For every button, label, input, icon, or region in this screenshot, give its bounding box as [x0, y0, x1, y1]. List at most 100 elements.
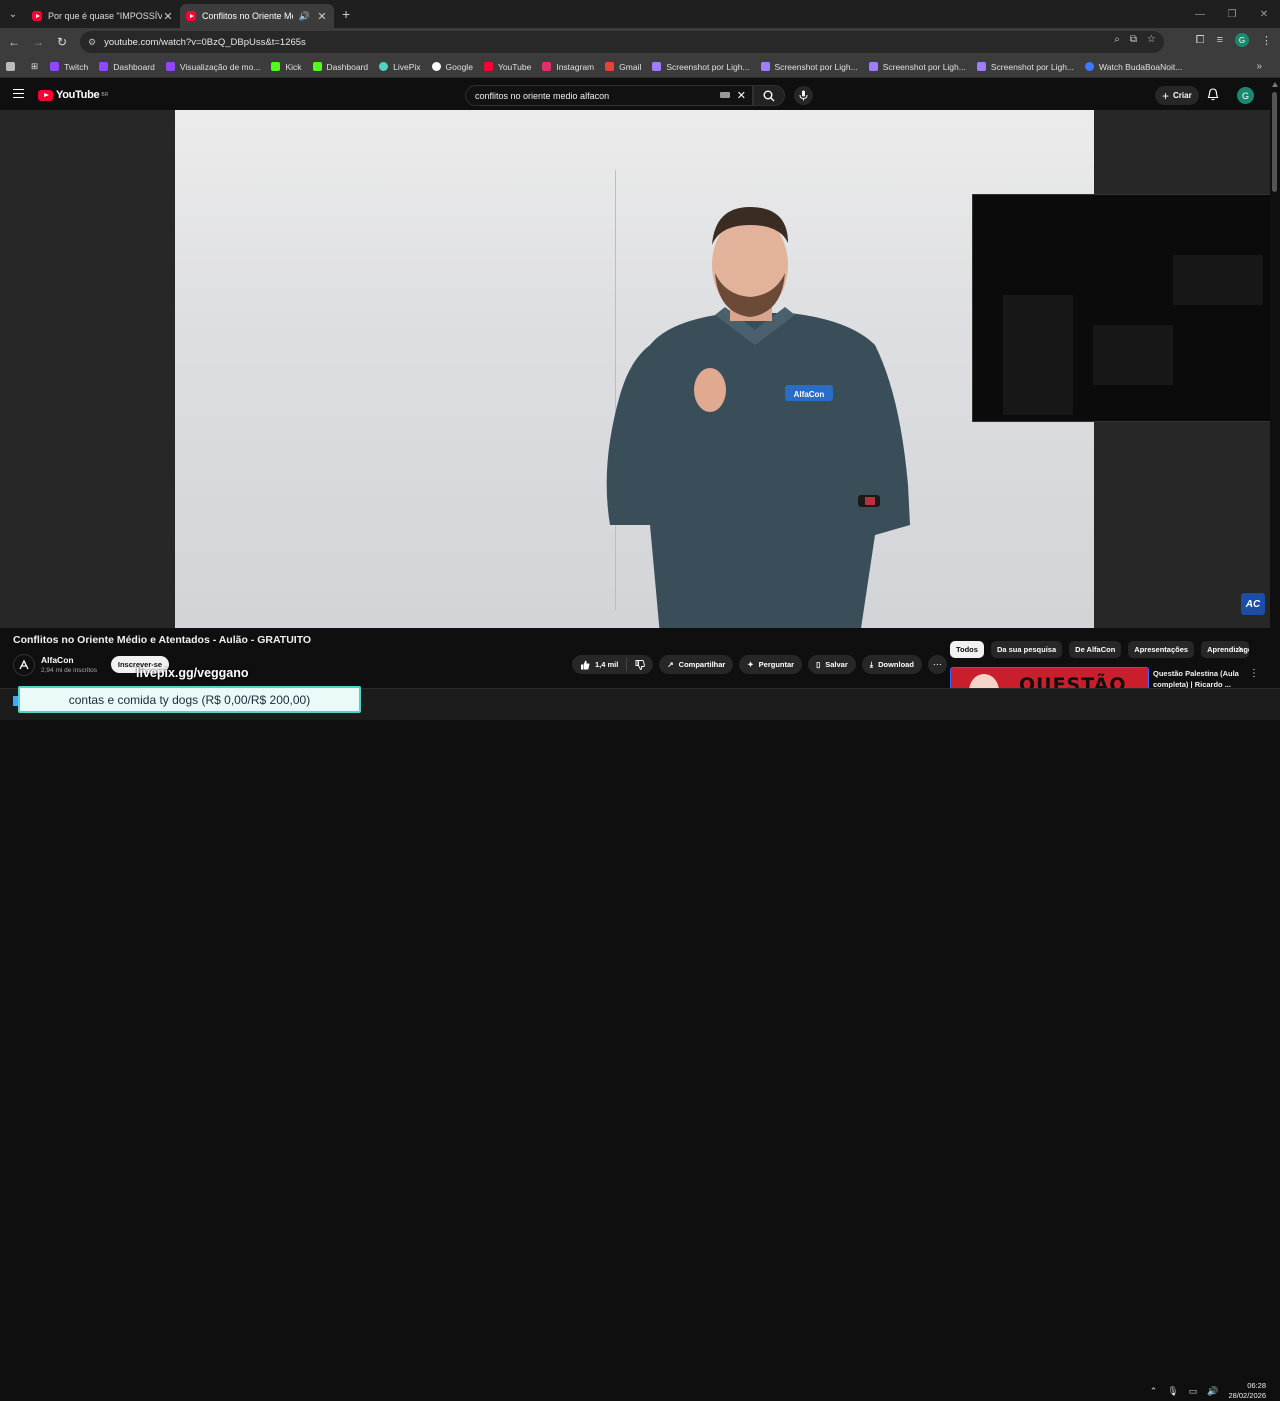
twitch-icon	[50, 62, 60, 71]
recommended-more-icon[interactable]: ⋮	[1249, 668, 1259, 679]
youtube-favicon-icon	[186, 11, 196, 21]
keyboard-icon[interactable]	[720, 92, 730, 98]
thumbs-down-icon	[635, 659, 646, 670]
bookmarks-overflow-icon[interactable]: »	[1256, 61, 1262, 72]
browser-tab-1[interactable]: Por que é quase "IMPOSSÍVEL" ✕	[26, 4, 180, 28]
guide-menu-icon[interactable]	[13, 89, 24, 98]
browser-tabstrip: ⌄ Por que é quase "IMPOSSÍVEL" ✕ Conflit…	[0, 0, 1280, 28]
zoom-icon[interactable]: ⌕	[1114, 34, 1120, 45]
minimize-icon[interactable]: —	[1184, 0, 1216, 28]
like-count: 1,4 mil	[595, 660, 619, 669]
bookmark-twitch-dashboard[interactable]: Dashboard	[99, 62, 155, 72]
tray-network-icon[interactable]: ▭	[1189, 1386, 1198, 1397]
audio-playing-icon[interactable]: 🔊	[299, 11, 310, 22]
restore-icon[interactable]: ❐	[1216, 0, 1248, 28]
media-controls-icon[interactable]: ≡	[1217, 34, 1223, 46]
bookmark-instagram[interactable]: Instagram	[542, 62, 594, 72]
ask-button[interactable]: ✦ Perguntar	[739, 655, 803, 674]
livepix-overlay-link: livepix.gg/veggano	[136, 666, 249, 680]
notifications-bell-icon[interactable]	[1207, 88, 1219, 106]
back-icon[interactable]: ←	[2, 35, 26, 49]
close-window-icon[interactable]: ✕	[1248, 0, 1280, 28]
scroll-up-icon[interactable]	[1272, 82, 1278, 87]
chevron-right-icon[interactable]: ›	[1238, 643, 1242, 655]
chip-from-channel[interactable]: De AlfaCon	[1069, 641, 1122, 658]
browser-menu-icon[interactable]: ⋮	[1261, 34, 1272, 47]
channel-watermark[interactable]: AC	[1241, 593, 1265, 615]
dislike-button[interactable]	[627, 659, 653, 670]
reload-icon[interactable]: ↻	[50, 35, 74, 49]
chip-presentations[interactable]: Apresentações	[1128, 641, 1195, 658]
system-clock[interactable]: 06:28 28/02/2026	[1228, 1381, 1266, 1401]
kick-icon	[312, 62, 322, 71]
extensions-icon[interactable]: ⧠	[1196, 34, 1205, 47]
close-tab-icon[interactable]: ✕	[316, 10, 328, 23]
video-player[interactable]: AlfaCon AC	[0, 110, 1270, 628]
channel-name[interactable]: AlfaCon	[41, 655, 74, 665]
youtube-logo[interactable]: YouTube BR	[38, 89, 108, 101]
page-scrollbar[interactable]	[1270, 80, 1280, 640]
channel-avatar[interactable]	[13, 654, 35, 676]
bookmark-kick-dashboard[interactable]: Dashboard	[312, 62, 368, 72]
kick-icon	[271, 62, 281, 71]
forward-icon[interactable]: →	[26, 35, 50, 49]
youtube-icon	[483, 62, 493, 71]
video-title: Conflitos no Oriente Médio e Atentados -…	[13, 634, 312, 646]
url-text: youtube.com/watch?v=0BzQ_DBpUss&t=1265s	[104, 36, 306, 48]
tray-microphone-icon[interactable]: 🎙	[1167, 1386, 1178, 1397]
subscriber-count: 2,94 mi de inscritos	[41, 667, 97, 674]
related-filter-chips: Todos Da sua pesquisa De AlfaCon Apresen…	[950, 641, 1250, 658]
tray-volume-icon[interactable]: 🔊	[1207, 1386, 1218, 1397]
bookmark-apps-icon[interactable]	[6, 62, 20, 71]
clear-search-icon[interactable]: ✕	[737, 89, 746, 102]
share-icon: ↗	[667, 660, 674, 669]
new-tab-button[interactable]: +	[342, 6, 350, 22]
tray-chevron-up-icon[interactable]: ⌃	[1150, 1386, 1158, 1397]
bookmark-kick[interactable]: Kick	[271, 62, 302, 72]
scrollbar-thumb[interactable]	[1272, 92, 1277, 192]
bookmark-youtube[interactable]: YouTube	[483, 62, 531, 72]
bookmark-twitch-viewer[interactable]: Visualização de mo...	[165, 62, 260, 72]
account-avatar[interactable]: G	[1237, 87, 1254, 104]
search-button[interactable]	[753, 85, 785, 106]
download-button[interactable]: ⤓ Download	[861, 655, 922, 674]
tab-title: Por que é quase "IMPOSSÍVEL"	[48, 11, 162, 21]
browser-tab-2[interactable]: Conflitos no Oriente Médio 🔊 ✕	[180, 4, 334, 28]
voice-search-button[interactable]	[794, 86, 813, 105]
twitch-icon	[165, 62, 175, 71]
save-button[interactable]: ▯ Salvar	[808, 655, 856, 674]
bookmark-watch[interactable]: Watch BudaBoaNoit...	[1085, 62, 1182, 72]
bookmark-grid-icon[interactable]: ⊞	[31, 61, 38, 72]
more-actions-icon[interactable]: ⋯	[927, 655, 947, 674]
donation-goal-overlay: contas e comida ty dogs (R$ 0,00/R$ 200,…	[18, 686, 361, 713]
chip-from-search[interactable]: Da sua pesquisa	[990, 641, 1063, 658]
bookmark-google[interactable]: Google	[431, 62, 473, 72]
tab-search-menu[interactable]: ⌄	[0, 0, 26, 28]
recommended-video-title[interactable]: Questão Palestina (Aula completa) | Rica…	[1153, 668, 1245, 690]
browser-toolbar: ← → ↻ ⚙ youtube.com/watch?v=0BzQ_DBpUss&…	[0, 28, 1280, 56]
bookmark-screenshot-3[interactable]: Screenshot por Ligh...	[868, 62, 966, 72]
create-button[interactable]: + Criar	[1155, 86, 1199, 105]
address-bar[interactable]: ⚙ youtube.com/watch?v=0BzQ_DBpUss&t=1265…	[80, 31, 1164, 53]
site-info-icon[interactable]: ⚙	[88, 37, 96, 48]
bookmark-screenshot-1[interactable]: Screenshot por Ligh...	[652, 62, 750, 72]
streamer-webcam	[972, 194, 1270, 422]
feather-icon	[760, 62, 770, 71]
twitch-icon	[99, 62, 109, 71]
video-frame[interactable]: AlfaCon	[175, 110, 1094, 628]
close-tab-icon[interactable]: ✕	[162, 10, 174, 23]
share-button[interactable]: ↗ Compartilhar	[659, 655, 734, 674]
bookmark-gmail[interactable]: Gmail	[605, 62, 641, 72]
bookmark-star-icon[interactable]: ☆	[1147, 34, 1156, 45]
bookmark-twitch[interactable]: Twitch	[50, 62, 88, 72]
shirt-logo: AlfaCon	[794, 390, 825, 399]
like-button[interactable]: 1,4 mil	[572, 658, 628, 671]
tab-title: Conflitos no Oriente Médio	[202, 11, 293, 21]
install-app-icon[interactable]: ⧉	[1130, 34, 1137, 45]
chip-all[interactable]: Todos	[950, 641, 984, 658]
bookmark-livepix[interactable]: LivePix	[379, 62, 421, 72]
profile-avatar[interactable]: G	[1235, 33, 1249, 47]
bookmark-screenshot-4[interactable]: Screenshot por Ligh...	[976, 62, 1074, 72]
search-input[interactable]: conflitos no oriente medio alfacon ✕	[465, 85, 753, 106]
bookmark-screenshot-2[interactable]: Screenshot por Ligh...	[760, 62, 858, 72]
